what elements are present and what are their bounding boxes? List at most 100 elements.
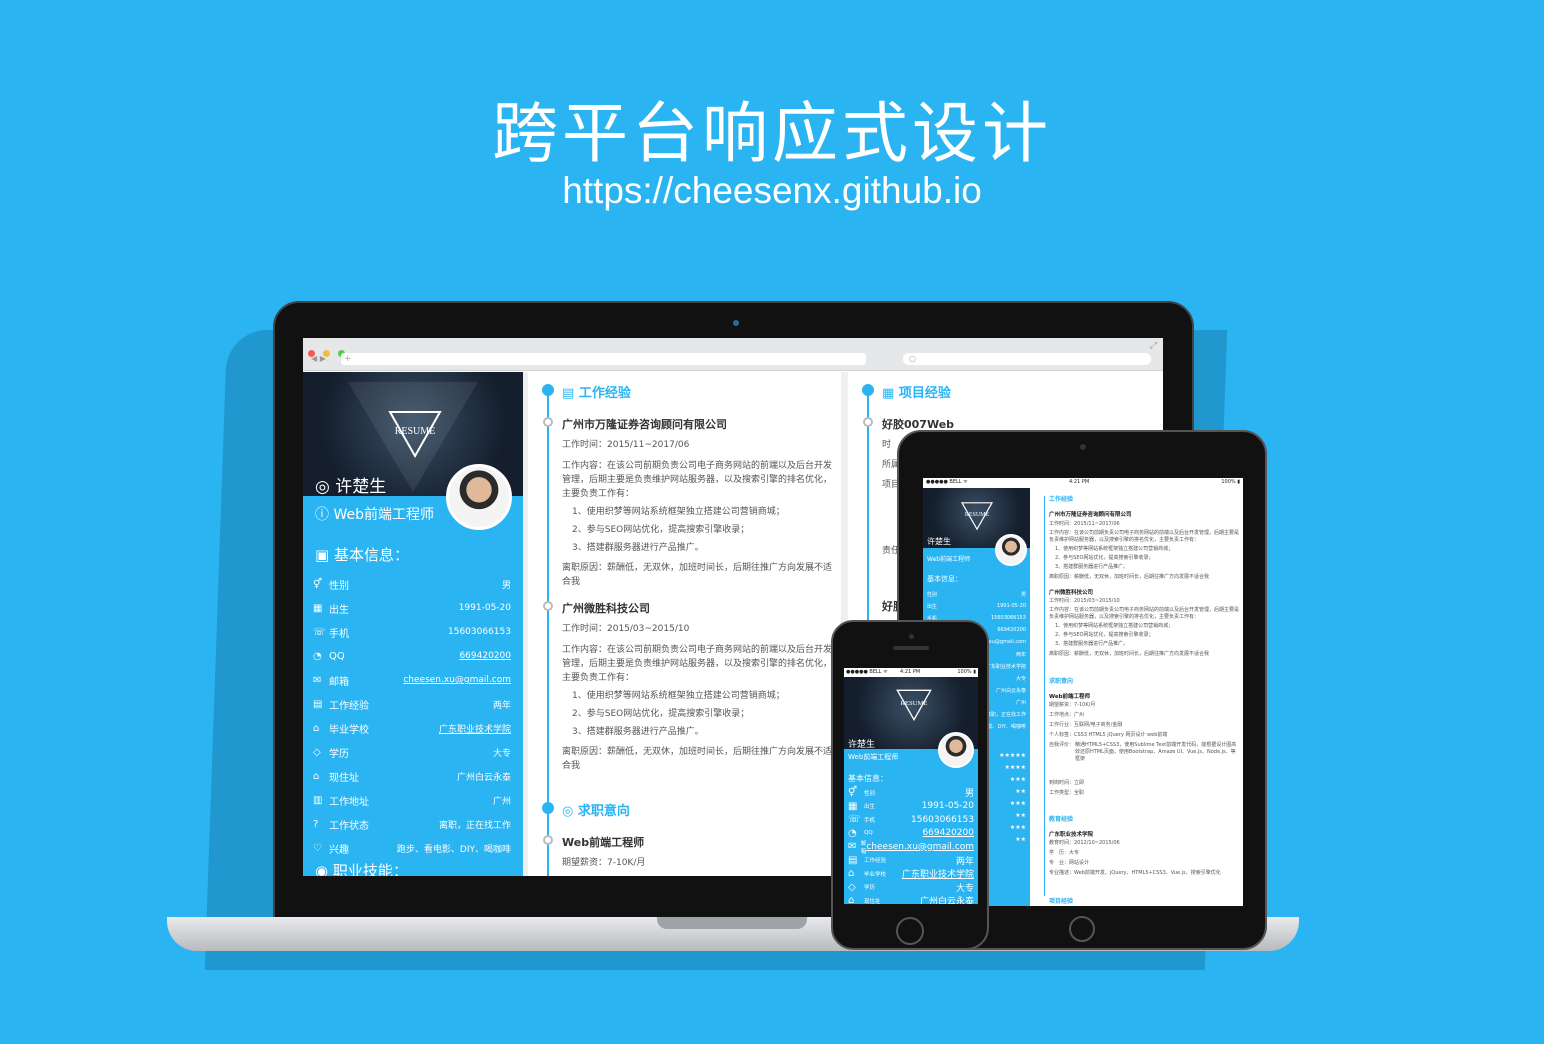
tablet-status-bar: ●●●●● BELL ᯤ 4:21 PM 100% ▮: [923, 478, 1243, 488]
basic-info-list: ⚥ 性别 男 ▦ 出生 1991-05-20 ☏ 手机 15603066153 ◔ QQ 669420…: [313, 572, 511, 860]
profile-name: 许楚生: [927, 537, 951, 546]
job-item: 1、使用织梦等网站系统框架独立搭建公司营销商城；: [572, 691, 785, 701]
gender-icon: ⚥: [848, 787, 858, 799]
info-value: 两年: [955, 856, 974, 867]
work-heading: ▤ 工作经验: [562, 386, 631, 401]
skills-icon: ◉: [315, 862, 329, 876]
folder-icon: ▦: [882, 386, 895, 401]
info-value: 1991-05-20: [458, 603, 511, 613]
info-value: 离职，正在找工作: [985, 711, 1026, 718]
address-bar[interactable]: +: [341, 353, 866, 365]
info-value: 1991-05-20: [921, 801, 974, 812]
profile-title: Web前端工程师: [927, 556, 971, 563]
browser-search[interactable]: ○: [903, 353, 1151, 365]
info-label: 学历: [329, 748, 349, 760]
info-row: ☏ 手机 15603066153: [313, 620, 511, 644]
info-row: ▦ 出生 1991-05-20: [313, 596, 511, 620]
info-row[interactable]: ✉ 邮箱 cheesen.xu@gmail.com: [313, 668, 511, 692]
info-value: 15603066153: [911, 814, 974, 825]
back-forward-icon[interactable]: ◀ ▶: [311, 354, 326, 363]
avatar: [995, 534, 1027, 566]
signal-status: ●●●●● BELL ᯤ: [846, 669, 888, 675]
profile-name: 许楚生: [848, 740, 876, 750]
info-value[interactable]: 669420200: [459, 651, 511, 661]
info-value[interactable]: 广东职业技术学院: [439, 722, 511, 735]
star-rating: ★★★★: [1004, 764, 1026, 771]
job-item: 2、参与SEO网站优化，提高搜索引擎收录；: [1055, 632, 1154, 638]
intent-heading: ◎ 求职意向: [562, 804, 630, 819]
info-value: 跑步、看电影、DIY、喝咖啡: [396, 844, 511, 855]
heart-icon: ♡: [313, 842, 322, 854]
info-label: 兴趣: [329, 844, 349, 856]
info-value[interactable]: 669420200: [997, 627, 1026, 633]
qq-icon: ◔: [848, 827, 857, 839]
job-leave-reason: 离职原因：薪酬低，无双休，加班时间长，后期往推广方向发展不适合我: [562, 747, 833, 771]
home-icon: ⌂: [313, 770, 320, 782]
avatar: [446, 464, 512, 530]
phone: ●●●●● BELL ᯤ 4:21 PM 100% ▮ RESUME 许楚生 W…: [831, 620, 989, 950]
clock: 4:21 PM: [1069, 479, 1090, 485]
phone-camera: [909, 634, 914, 639]
hero-url[interactable]: https://cheesenx.github.io: [0, 170, 1544, 212]
self-eval: 精通HTML5+CSS3，使用Sublime Text前端开发代码，能根据设计图…: [1075, 742, 1237, 762]
info-row: ☏ 手机 15603066153: [844, 813, 978, 827]
info-value: 15603066153: [448, 627, 511, 637]
profile-name: ◎ 许楚生: [315, 477, 387, 497]
battery-status: 100% ▮: [957, 669, 976, 675]
timeline: [1044, 496, 1045, 896]
phone-home-button[interactable]: [896, 917, 924, 945]
info-row: ? 工作状态 离职，正在找工作: [313, 812, 511, 836]
question-icon: ?: [313, 818, 319, 830]
info-label: 出生: [864, 804, 876, 811]
info-row[interactable]: ◔ QQ 669420200: [313, 644, 511, 668]
arrive-time: 到岗时间：立即: [1049, 780, 1085, 786]
intent-line: 个人标签：CSS3 HTML5 jQuery 网页设计 web前端: [1049, 732, 1168, 738]
info-row: ⚥ 性别 男: [844, 786, 978, 800]
calendar-icon: ▦: [313, 602, 323, 614]
info-row[interactable]: ⌂ 毕业学校 广东职业技术学院: [313, 716, 511, 740]
info-label: 工作经验: [329, 700, 369, 712]
star-rating: ★★★★★: [999, 752, 1026, 759]
tablet-home-button[interactable]: [1069, 916, 1095, 942]
intent-position: Web前端工程师: [1049, 694, 1091, 700]
skill-ratings: ★★★★★ ★★★★ ★★★ ★★ ★★★ ★★ ★★★ ★★: [983, 750, 1026, 846]
edu-school: 广东职业技术学院: [1049, 832, 1094, 838]
job-content: 工作内容：在该公司前期负责公司电子商务网站的前端以及后台开发管理，后期主要是负责…: [1049, 530, 1240, 543]
info-value: 大专: [955, 883, 974, 894]
info-row: ▤ 工作经验 两年: [844, 854, 978, 868]
degree-icon: ◇: [848, 881, 856, 893]
info-value[interactable]: 669420200: [922, 828, 974, 838]
info-label: 邮箱: [329, 676, 349, 688]
info-label: 出生: [927, 603, 938, 610]
self-eval-title: 自我评价：: [1049, 742, 1075, 748]
job-type: 工作类型：全职: [1049, 790, 1085, 796]
fullscreen-icon[interactable]: ⤢: [1150, 341, 1157, 351]
edu-desc: 专业描述：Web前端开发、jQuery、HTML5+CSS3、Vue.js、搜索…: [1049, 870, 1221, 876]
info-value[interactable]: cheesen.xu@gmail.com: [403, 675, 511, 685]
edu-degree: 学 历：大专: [1049, 850, 1080, 856]
info-value[interactable]: cheesen.xu@gmail.com: [866, 842, 974, 852]
phone-icon: ☏: [313, 626, 326, 638]
phone-screen: ●●●●● BELL ᯤ 4:21 PM 100% ▮ RESUME 许楚生 W…: [844, 668, 978, 904]
info-value: 大专: [492, 748, 511, 759]
project-heading: ▦ 项目经验: [882, 386, 951, 401]
school-icon: ⌂: [313, 722, 320, 734]
job-time: 工作时间：2015/11~2017/06: [562, 440, 690, 450]
info-value: 两年: [492, 700, 511, 711]
degree-icon: ◇: [313, 746, 321, 758]
timeline-node: [543, 835, 553, 845]
timeline-node: [542, 384, 554, 396]
company-name: 广州微胜科技公司: [1049, 590, 1094, 596]
home-icon: ⌂: [848, 895, 855, 904]
gender-icon: ⚥: [313, 578, 323, 590]
info-row[interactable]: ✉ 邮箱 cheesen.xu@gmail.com: [844, 840, 978, 855]
info-value[interactable]: 广东职业技术学院: [902, 867, 974, 880]
laptop-notch: [657, 917, 807, 929]
star-rating: ★★★: [1009, 776, 1026, 783]
info-value[interactable]: 广东职业技术学院: [986, 663, 1026, 670]
star-rating: ★★★: [1009, 824, 1026, 831]
info-label: 毕业学校: [329, 724, 369, 736]
info-row[interactable]: ⌂ 毕业学校 广东职业技术学院: [844, 867, 978, 881]
info-value: 广州: [1015, 699, 1026, 706]
laptop-camera: [733, 320, 739, 326]
